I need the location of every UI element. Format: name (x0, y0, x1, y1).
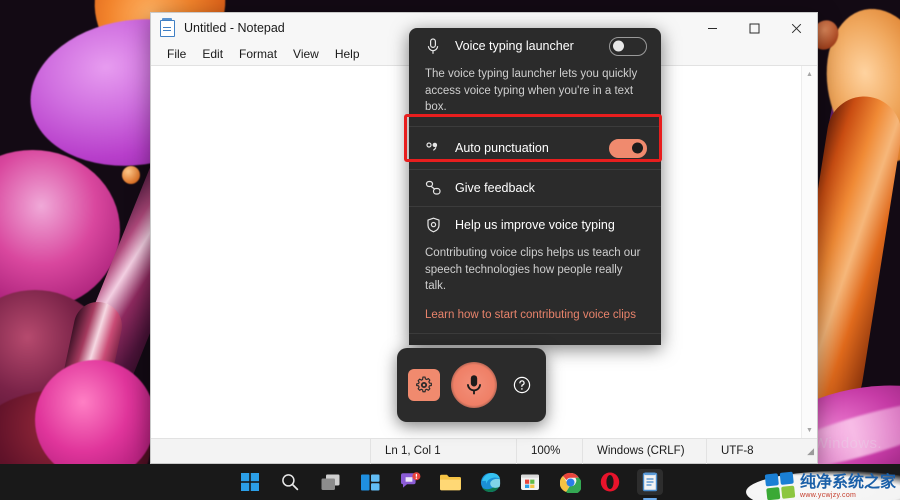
auto-punctuation-toggle[interactable] (609, 138, 647, 158)
notepad-icon (160, 17, 175, 37)
notepad-statusbar: Ln 1, Col 1 100% Windows (CRLF) UTF-8 ◢ (151, 438, 817, 464)
status-cursor-position: Ln 1, Col 1 (370, 438, 516, 464)
punctuation-icon (423, 141, 443, 155)
wallpaper-blob-pink-bottom (35, 360, 155, 480)
folder-icon (440, 474, 461, 490)
voice-typing-help-button[interactable] (508, 371, 536, 399)
microphone-icon (423, 37, 443, 55)
toggle-knob (613, 40, 624, 52)
vertical-scrollbar[interactable]: ▲ ▼ (801, 66, 817, 438)
microsoft-store-icon (521, 474, 539, 490)
taskbar-item-chrome[interactable] (557, 469, 583, 495)
taskbar-item-file-explorer[interactable] (437, 469, 463, 495)
help-us-improve-description: Contributing voice clips helps us teach … (425, 247, 641, 293)
feedback-icon (423, 180, 443, 196)
taskbar-item-opera[interactable] (597, 469, 623, 495)
watermark-brand: 纯净系统之家 (799, 471, 896, 491)
window-controls (691, 13, 817, 43)
powered-by-footer: Powered by Microsoft Online Speech Tech (409, 333, 661, 345)
menu-format[interactable]: Format (231, 45, 285, 63)
scroll-down-arrow-icon[interactable]: ▼ (802, 422, 818, 438)
gear-icon (415, 376, 432, 393)
window-title: Untitled - Notepad (184, 21, 285, 35)
task-view-icon (321, 474, 339, 490)
contributing-voice-clips-link[interactable]: Learn how to start contributing voice cl… (409, 305, 661, 333)
edge-icon (480, 472, 500, 492)
voice-typing-settings-flyout: Voice typing launcher The voice typing l… (409, 28, 661, 345)
voice-typing-launcher-row[interactable]: Voice typing launcher (409, 28, 661, 64)
site-watermark: 纯净系统之家 www.ycwjzy.com (745, 471, 900, 500)
give-feedback-label: Give feedback (455, 181, 535, 196)
taskbar-item-task-view[interactable] (317, 469, 343, 495)
taskbar-item-notepad[interactable] (637, 469, 663, 495)
teams-chat-icon (401, 472, 421, 488)
voice-typing-settings-button[interactable] (407, 369, 440, 401)
minimize-button[interactable] (691, 13, 733, 43)
taskbar-item-search[interactable] (277, 469, 303, 495)
voice-typing-launcher-label: Voice typing launcher (455, 39, 574, 53)
auto-punctuation-label: Auto punctuation (455, 141, 549, 156)
taskbar-item-teams[interactable] (397, 469, 423, 495)
menu-view[interactable]: View (285, 45, 327, 63)
voice-typing-launcher-description: The voice typing launcher lets you quick… (425, 68, 638, 114)
voice-typing-bar (397, 348, 546, 422)
voice-typing-launcher-toggle[interactable] (609, 36, 647, 56)
status-zoom-level: 100% (516, 438, 582, 464)
menu-help[interactable]: Help (327, 45, 368, 63)
windows-start-icon (241, 473, 259, 491)
taskbar-item-start[interactable] (237, 469, 263, 495)
watermark-url: www.ycwjzy.com (799, 491, 857, 499)
scroll-up-arrow-icon[interactable]: ▲ (802, 66, 818, 82)
chrome-icon (559, 472, 581, 493)
menu-edit[interactable]: Edit (194, 45, 231, 63)
menu-file[interactable]: File (159, 45, 194, 63)
wallpaper-blob-tiny-orange (122, 166, 140, 184)
voice-typing-mic-button[interactable] (450, 362, 497, 408)
maximize-icon (749, 23, 759, 33)
notepad-icon (642, 472, 658, 492)
search-icon (282, 474, 299, 491)
taskbar-item-store[interactable] (517, 469, 543, 495)
resize-grip-icon[interactable]: ◢ (802, 445, 814, 457)
minimize-icon (707, 27, 717, 29)
shield-icon (423, 217, 443, 233)
help-us-improve-label: Help us improve voice typing (455, 218, 615, 233)
help-us-improve-row[interactable]: Help us improve voice typing (409, 207, 661, 243)
opera-icon (600, 472, 620, 492)
status-encoding: UTF-8 (706, 438, 802, 464)
taskbar-item-edge[interactable] (477, 469, 503, 495)
close-button[interactable] (775, 13, 817, 43)
maximize-button[interactable] (733, 13, 775, 43)
watermark-logo-icon (764, 471, 796, 500)
taskbar-item-widgets[interactable] (357, 469, 383, 495)
microphone-icon (466, 375, 481, 395)
close-icon (791, 23, 801, 33)
give-feedback-row[interactable]: Give feedback (409, 170, 661, 206)
status-line-ending: Windows (CRLF) (582, 438, 706, 464)
toggle-knob (632, 142, 643, 154)
widgets-icon (360, 474, 379, 490)
help-icon (513, 376, 530, 394)
auto-punctuation-row[interactable]: Auto punctuation (409, 127, 661, 170)
